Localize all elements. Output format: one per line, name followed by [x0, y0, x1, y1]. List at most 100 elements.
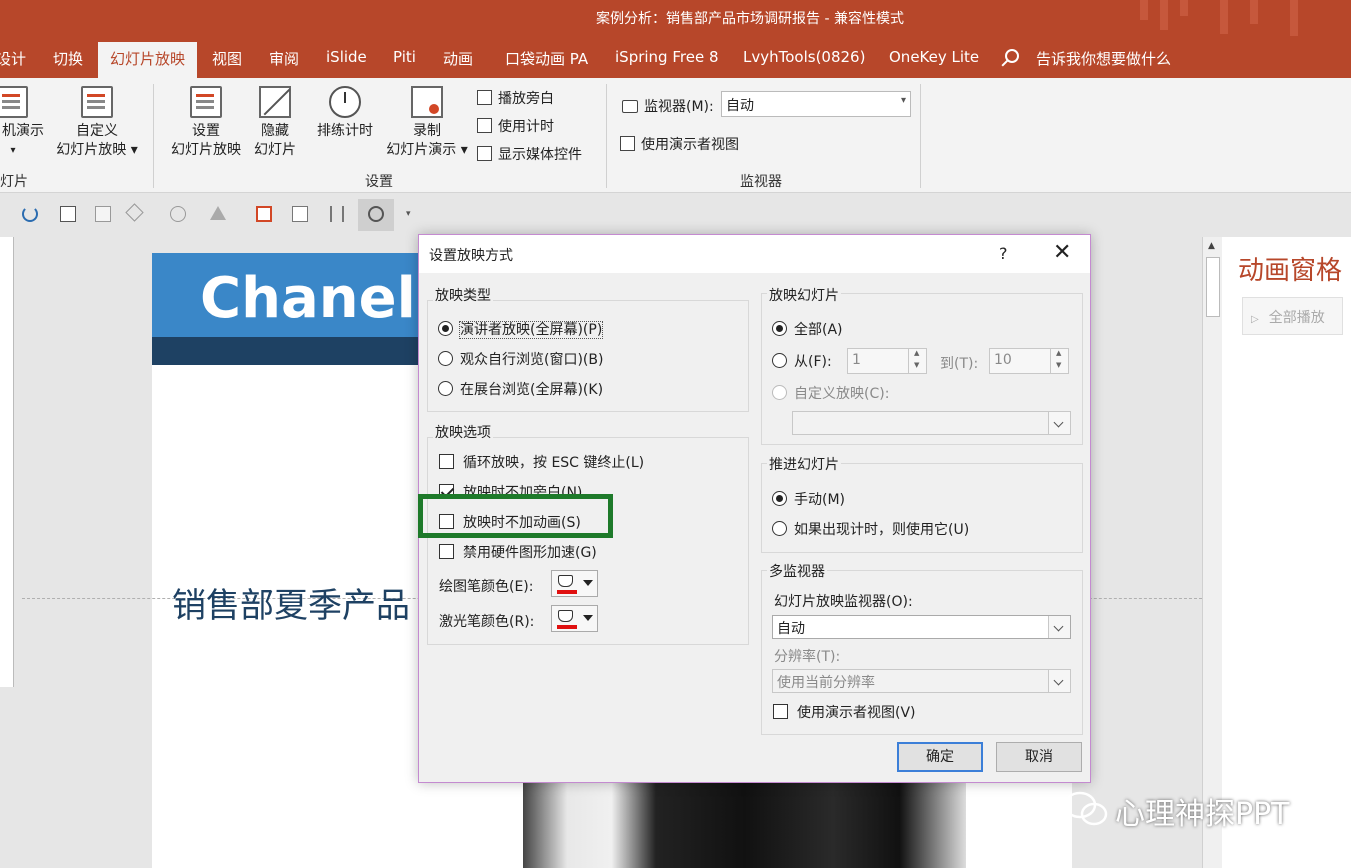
search-icon[interactable]: [1005, 49, 1019, 63]
tab-animations[interactable]: 动画: [443, 48, 473, 69]
tell-me-box[interactable]: 告诉我你想要做什么: [1036, 48, 1171, 69]
spinner-arrows[interactable]: [1050, 349, 1068, 373]
monitor-select[interactable]: 自动 ▾: [721, 91, 911, 117]
monitor-icon: [622, 100, 638, 113]
undo-icon[interactable]: [22, 206, 38, 222]
tab-review[interactable]: 审阅: [269, 48, 299, 69]
radio-button: [438, 381, 453, 396]
radio-button: [438, 321, 453, 336]
show-media-controls-checkbox[interactable]: 显示媒体控件: [477, 144, 582, 164]
tab-onekey[interactable]: OneKey Lite: [889, 48, 979, 66]
globe-slide-icon: [0, 86, 28, 118]
checkbox-box: [477, 146, 492, 161]
record-icon: [411, 86, 443, 118]
title-decoration: [1250, 0, 1258, 24]
custom-slideshow-button[interactable]: 自定义 幻灯片放映 ▾: [52, 86, 142, 160]
tab-pocket-animation[interactable]: 口袋动画 PA: [505, 48, 588, 69]
tab-lvyhtools[interactable]: LvyhTools(0826): [743, 48, 865, 66]
custom-show-select[interactable]: [792, 411, 1071, 435]
tab-slideshow[interactable]: 幻灯片放映: [98, 42, 198, 78]
slide-photo[interactable]: [523, 783, 966, 868]
ribbon: 机演示 ▾ 自定义 幻灯片放映 ▾ 灯片 设置 幻灯片放映 隐藏 幻灯片 排练计…: [0, 78, 1351, 193]
wechat-icon: [1063, 791, 1108, 826]
radio-use-timings[interactable]: 如果出现计时，则使用它(U): [772, 519, 969, 539]
radio-button: [772, 521, 787, 536]
chevron-down-icon: [1048, 616, 1070, 638]
show-options-label: 放映选项: [433, 422, 493, 442]
to-spinner[interactable]: 10: [989, 348, 1069, 374]
slide-title[interactable]: Chanel: [200, 266, 416, 331]
help-icon[interactable]: ?: [999, 244, 1008, 263]
from-spinner[interactable]: 1: [847, 348, 927, 374]
scroll-up-icon[interactable]: ▲: [1208, 241, 1215, 251]
title-decoration: [1140, 0, 1148, 20]
pen-color-label: 绘图笔颜色(E):: [439, 579, 534, 595]
cancel-button[interactable]: 取消: [996, 742, 1082, 772]
scrollbar-thumb[interactable]: [1206, 257, 1220, 317]
rehearse-qat-button[interactable]: [358, 199, 394, 231]
tab-transitions[interactable]: 切换: [53, 48, 83, 69]
use-timings-checkbox[interactable]: 使用计时: [477, 116, 554, 136]
dialog-presenter-view-checkbox[interactable]: 使用演示者视图(V): [773, 702, 916, 722]
record-slideshow-button[interactable]: 录制 幻灯片演示 ▾: [382, 86, 472, 160]
chevron-down-icon: [1048, 670, 1070, 692]
thumbnail-pane[interactable]: [0, 237, 14, 687]
dialog-titlebar[interactable]: 设置放映方式 ? ✕: [419, 235, 1090, 273]
radio-custom-show[interactable]: 自定义放映(C):: [772, 383, 889, 403]
slide-subtitle[interactable]: 销售部夏季产品: [172, 578, 410, 627]
shape-icon[interactable]: [125, 203, 144, 222]
ok-button[interactable]: 确定: [897, 742, 983, 772]
radio-kiosk-label: 在展台浏览(全屏幕)(K): [460, 382, 604, 398]
laser-color-label: 激光笔颜色(R):: [439, 614, 535, 630]
resolution-select[interactable]: 使用当前分辨率: [772, 669, 1071, 693]
group-divider: [153, 84, 154, 188]
online-present-button[interactable]: 机演示 ▾: [0, 86, 50, 160]
hide-slide-button[interactable]: 隐藏 幻灯片: [250, 86, 300, 160]
radio-manual[interactable]: 手动(M): [772, 489, 845, 509]
record-label-2: 幻灯片演示 ▾: [386, 142, 468, 158]
monitor-select-value: 自动: [726, 98, 754, 114]
vertical-scrollbar[interactable]: ▲: [1202, 237, 1222, 868]
group-divider: [606, 84, 607, 188]
laser-color-button[interactable]: [551, 605, 598, 632]
tab-view[interactable]: 视图: [212, 48, 242, 69]
tab-piti[interactable]: Piti: [393, 48, 416, 66]
spinner-arrows[interactable]: [908, 349, 926, 373]
tab-islide[interactable]: iSlide: [326, 48, 367, 66]
distribute-icon[interactable]: [330, 206, 344, 222]
slideshow-monitor-select[interactable]: 自动: [772, 615, 1071, 639]
play-narration-checkbox[interactable]: 播放旁白: [477, 88, 554, 108]
play-all-button[interactable]: ▷ 全部播放: [1242, 297, 1343, 335]
play-all-label: 全部播放: [1268, 310, 1325, 326]
setup-slideshow-button[interactable]: 设置 幻灯片放映: [166, 86, 246, 160]
radio-all-slides[interactable]: 全部(A): [772, 319, 843, 339]
custom-slideshow-label-1: 自定义: [76, 123, 118, 139]
disable-hw-accel-checkbox[interactable]: 禁用硬件图形加速(G): [439, 542, 597, 562]
radio-presenter-label: 演讲者放映(全屏幕)(P): [458, 321, 604, 339]
text-box-icon[interactable]: [292, 206, 308, 222]
radio-kiosk[interactable]: 在展台浏览(全屏幕)(K): [438, 379, 603, 399]
radio-button: [772, 321, 787, 336]
group-objects-icon[interactable]: [95, 206, 111, 222]
tab-ispring[interactable]: iSpring Free 8: [615, 48, 718, 66]
radio-browsed-window[interactable]: 观众自行浏览(窗口)(B): [438, 349, 603, 369]
slideshow-from-start-icon[interactable]: [60, 206, 76, 222]
customize-qat-icon[interactable]: ▾: [406, 209, 422, 225]
pen-color-button[interactable]: [551, 570, 598, 597]
close-icon[interactable]: ✕: [1053, 240, 1071, 266]
merge-shapes-icon[interactable]: [170, 206, 186, 222]
align-icon[interactable]: [210, 206, 226, 220]
new-slide-icon[interactable]: [256, 206, 272, 222]
loop-checkbox[interactable]: 循环放映，按 ESC 键终止(L): [439, 452, 644, 472]
clock-icon: [368, 206, 384, 222]
tab-design[interactable]: 设计: [0, 48, 26, 69]
clock-icon: [329, 86, 361, 118]
online-present-label: 机演示: [2, 123, 44, 139]
presenter-view-checkbox[interactable]: 使用演示者视图: [620, 134, 739, 154]
radio-from-slide[interactable]: 从(F):: [772, 351, 832, 371]
record-label-1: 录制: [413, 123, 441, 139]
checkbox-box: [477, 118, 492, 133]
radio-presenter[interactable]: 演讲者放映(全屏幕)(P): [438, 319, 604, 339]
multi-monitor-label: 多监视器: [767, 561, 827, 581]
rehearse-timings-button[interactable]: 排练计时: [312, 86, 378, 141]
